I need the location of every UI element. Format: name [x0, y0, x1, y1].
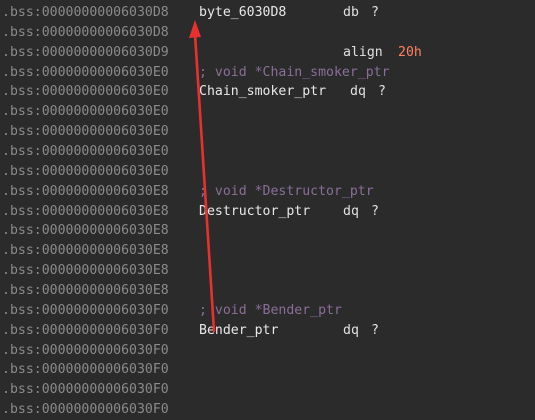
listing-line[interactable]: .bss:00000000006030E8: [0, 241, 535, 261]
listing-line[interactable]: .bss:00000000006030F0: [0, 400, 535, 420]
operand: ?: [378, 84, 386, 100]
operand: ?: [371, 322, 379, 338]
comment: ; void *Bender_ptr: [199, 302, 342, 318]
address: .bss:00000000006030F0: [2, 362, 169, 378]
listing-line[interactable]: .bss:00000000006030E0: [0, 142, 535, 162]
listing-line[interactable]: .bss:00000000006030E8: [0, 281, 535, 301]
symbol-label[interactable]: Destructor_ptr: [199, 202, 310, 222]
address: .bss:00000000006030E0: [2, 104, 169, 120]
address: .bss:00000000006030E0: [2, 124, 169, 140]
address: .bss:00000000006030D9: [2, 44, 169, 60]
address: .bss:00000000006030E8: [2, 263, 169, 279]
listing-line[interactable]: .bss:00000000006030F0 Bender_ptr dq?: [0, 321, 535, 341]
address: .bss:00000000006030F0: [2, 382, 169, 398]
listing-line[interactable]: .bss:00000000006030E0 Chain_smoker_ptr dq?: [0, 82, 535, 102]
listing-line[interactable]: .bss:00000000006030F0: [0, 360, 535, 380]
address: .bss:00000000006030F0: [2, 322, 169, 338]
address: .bss:00000000006030E8: [2, 223, 169, 239]
disassembly-listing: .bss:00000000006030D8 byte_6030D8 db? .bss:…: [0, 3, 535, 420]
operand: ?: [371, 5, 379, 20]
mnemonic: dq: [350, 84, 366, 100]
listing-line[interactable]: .bss:00000000006030E8 Destructor_ptr dq?: [0, 202, 535, 222]
listing-line[interactable]: .bss:00000000006030E0: [0, 102, 535, 122]
listing-line[interactable]: .bss:00000000006030D8 byte_6030D8 db?: [0, 3, 535, 23]
operand: 20h: [398, 44, 422, 60]
comment: ; void *Chain_smoker_ptr: [199, 64, 390, 80]
mnemonic: dq: [343, 322, 359, 338]
address: .bss:00000000006030E0: [2, 144, 169, 160]
mnemonic: db: [343, 5, 359, 20]
address: .bss:00000000006030F0: [2, 302, 169, 318]
address: .bss:00000000006030E0: [2, 84, 169, 100]
listing-line[interactable]: .bss:00000000006030E8 ; void *Destructor_…: [0, 182, 535, 202]
address: .bss:00000000006030F0: [2, 342, 169, 358]
address: .bss:00000000006030E8: [2, 283, 169, 299]
listing-line[interactable]: .bss:00000000006030E0: [0, 122, 535, 142]
symbol-label[interactable]: Chain_smoker_ptr: [199, 82, 326, 102]
mnemonic: align: [343, 44, 383, 60]
mnemonic: dq: [343, 203, 359, 219]
address: .bss:00000000006030D8: [2, 5, 169, 20]
address: .bss:00000000006030E8: [2, 183, 169, 199]
address: .bss:00000000006030D8: [2, 24, 169, 40]
operand: ?: [371, 203, 379, 219]
listing-line[interactable]: .bss:00000000006030E8: [0, 221, 535, 241]
listing-line[interactable]: .bss:00000000006030E0: [0, 162, 535, 182]
address: .bss:00000000006030E0: [2, 64, 169, 80]
listing-line[interactable]: .bss:00000000006030F0: [0, 341, 535, 361]
comment: ; void *Destructor_ptr: [199, 183, 374, 199]
symbol-label[interactable]: byte_6030D8: [199, 3, 286, 23]
address: .bss:00000000006030F0: [2, 402, 169, 418]
address: .bss:00000000006030E8: [2, 243, 169, 259]
listing-line[interactable]: .bss:00000000006030E8: [0, 261, 535, 281]
listing-line[interactable]: .bss:00000000006030F0 ; void *Bender_ptr: [0, 301, 535, 321]
listing-line[interactable]: .bss:00000000006030E0 ; void *Chain_smoke…: [0, 63, 535, 83]
address: .bss:00000000006030E8: [2, 203, 169, 219]
listing-line[interactable]: .bss:00000000006030F0: [0, 380, 535, 400]
listing-line[interactable]: .bss:00000000006030D9 align 20h: [0, 43, 535, 63]
listing-line[interactable]: .bss:00000000006030D8: [0, 23, 535, 43]
address: .bss:00000000006030E0: [2, 163, 169, 179]
symbol-label[interactable]: Bender_ptr: [199, 321, 278, 341]
